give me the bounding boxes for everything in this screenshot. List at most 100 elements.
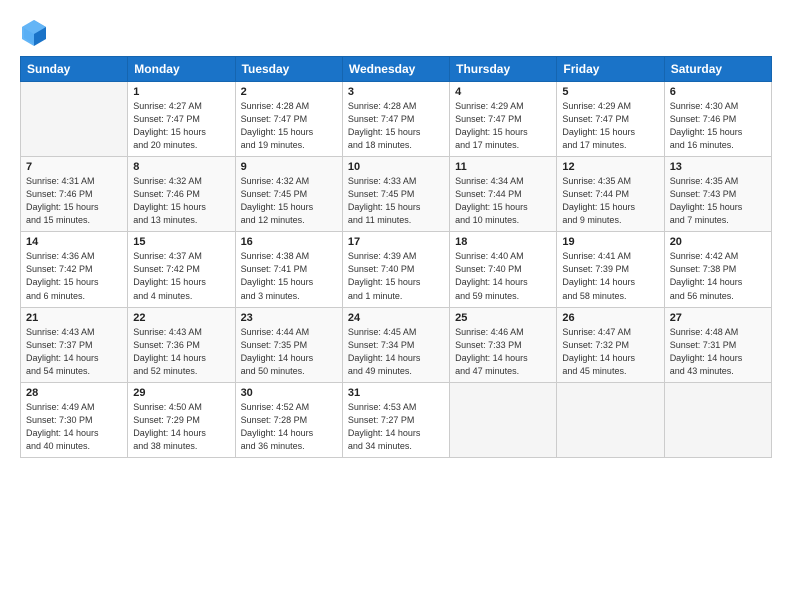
day-cell: 17 Sunrise: 4:39 AM Sunset: 7:40 PM Dayli… <box>342 232 449 307</box>
day-number: 12 <box>562 161 658 173</box>
day-detail: Sunrise: 4:28 AM Sunset: 7:47 PM Dayligh… <box>348 100 444 152</box>
day-cell: 28 Sunrise: 4:49 AM Sunset: 7:30 PM Dayli… <box>21 382 128 457</box>
day-detail: Sunrise: 4:33 AM Sunset: 7:45 PM Dayligh… <box>348 175 444 227</box>
day-detail: Sunrise: 4:36 AM Sunset: 7:42 PM Dayligh… <box>26 250 122 302</box>
day-number: 2 <box>241 86 337 98</box>
day-number: 10 <box>348 161 444 173</box>
logo <box>20 18 52 46</box>
day-cell: 6 Sunrise: 4:30 AM Sunset: 7:46 PM Daylig… <box>664 82 771 157</box>
day-detail: Sunrise: 4:43 AM Sunset: 7:36 PM Dayligh… <box>133 326 229 378</box>
day-number: 3 <box>348 86 444 98</box>
day-cell: 5Sunrise: 4:29 AM Sunset: 7:47 PM Daylig… <box>557 82 664 157</box>
day-detail: Sunrise: 4:52 AM Sunset: 7:28 PM Dayligh… <box>241 401 337 453</box>
day-cell: 19 Sunrise: 4:41 AM Sunset: 7:39 PM Dayli… <box>557 232 664 307</box>
day-detail: Sunrise: 4:46 AM Sunset: 7:33 PM Dayligh… <box>455 326 551 378</box>
week-row-1: 1Sunrise: 4:27 AM Sunset: 7:47 PM Daylig… <box>21 82 772 157</box>
day-number: 19 <box>562 236 658 248</box>
day-cell: 1Sunrise: 4:27 AM Sunset: 7:47 PM Daylig… <box>128 82 235 157</box>
day-number: 30 <box>241 387 337 399</box>
day-detail: Sunrise: 4:48 AM Sunset: 7:31 PM Dayligh… <box>670 326 766 378</box>
header <box>20 18 772 46</box>
day-number: 20 <box>670 236 766 248</box>
day-cell <box>450 382 557 457</box>
day-detail: Sunrise: 4:42 AM Sunset: 7:38 PM Dayligh… <box>670 250 766 302</box>
day-detail: Sunrise: 4:49 AM Sunset: 7:30 PM Dayligh… <box>26 401 122 453</box>
day-detail: Sunrise: 4:35 AM Sunset: 7:43 PM Dayligh… <box>670 175 766 227</box>
day-detail: Sunrise: 4:50 AM Sunset: 7:29 PM Dayligh… <box>133 401 229 453</box>
day-cell: 29 Sunrise: 4:50 AM Sunset: 7:29 PM Dayli… <box>128 382 235 457</box>
day-number: 16 <box>241 236 337 248</box>
day-detail: Sunrise: 4:30 AM Sunset: 7:46 PM Dayligh… <box>670 100 766 152</box>
day-cell: 18Sunrise: 4:40 AM Sunset: 7:40 PM Dayli… <box>450 232 557 307</box>
day-number: 27 <box>670 312 766 324</box>
week-row-2: 7 Sunrise: 4:31 AM Sunset: 7:46 PM Daylig… <box>21 157 772 232</box>
page: SundayMondayTuesdayWednesdayThursdayFrid… <box>0 0 792 612</box>
day-detail: Sunrise: 4:32 AM Sunset: 7:45 PM Dayligh… <box>241 175 337 227</box>
day-detail: Sunrise: 4:43 AM Sunset: 7:37 PM Dayligh… <box>26 326 122 378</box>
day-detail: Sunrise: 4:53 AM Sunset: 7:27 PM Dayligh… <box>348 401 444 453</box>
header-row: SundayMondayTuesdayWednesdayThursdayFrid… <box>21 57 772 82</box>
day-number: 5 <box>562 86 658 98</box>
day-cell: 22 Sunrise: 4:43 AM Sunset: 7:36 PM Dayli… <box>128 307 235 382</box>
day-detail: Sunrise: 4:39 AM Sunset: 7:40 PM Dayligh… <box>348 250 444 302</box>
day-detail: Sunrise: 4:29 AM Sunset: 7:47 PM Dayligh… <box>455 100 551 152</box>
day-cell: 20 Sunrise: 4:42 AM Sunset: 7:38 PM Dayli… <box>664 232 771 307</box>
header-cell-thursday: Thursday <box>450 57 557 82</box>
day-cell: 14Sunrise: 4:36 AM Sunset: 7:42 PM Dayli… <box>21 232 128 307</box>
day-number: 15 <box>133 236 229 248</box>
day-detail: Sunrise: 4:37 AM Sunset: 7:42 PM Dayligh… <box>133 250 229 302</box>
header-cell-wednesday: Wednesday <box>342 57 449 82</box>
week-row-5: 28 Sunrise: 4:49 AM Sunset: 7:30 PM Dayli… <box>21 382 772 457</box>
header-cell-saturday: Saturday <box>664 57 771 82</box>
day-number: 8 <box>133 161 229 173</box>
day-number: 11 <box>455 161 551 173</box>
day-number: 22 <box>133 312 229 324</box>
day-detail: Sunrise: 4:27 AM Sunset: 7:47 PM Dayligh… <box>133 100 229 152</box>
day-cell: 23 Sunrise: 4:44 AM Sunset: 7:35 PM Dayli… <box>235 307 342 382</box>
calendar-table: SundayMondayTuesdayWednesdayThursdayFrid… <box>20 56 772 458</box>
day-cell: 24Sunrise: 4:45 AM Sunset: 7:34 PM Dayli… <box>342 307 449 382</box>
day-cell: 10 Sunrise: 4:33 AM Sunset: 7:45 PM Dayli… <box>342 157 449 232</box>
day-detail: Sunrise: 4:28 AM Sunset: 7:47 PM Dayligh… <box>241 100 337 152</box>
day-number: 17 <box>348 236 444 248</box>
day-detail: Sunrise: 4:34 AM Sunset: 7:44 PM Dayligh… <box>455 175 551 227</box>
day-detail: Sunrise: 4:44 AM Sunset: 7:35 PM Dayligh… <box>241 326 337 378</box>
day-number: 7 <box>26 161 122 173</box>
day-detail: Sunrise: 4:32 AM Sunset: 7:46 PM Dayligh… <box>133 175 229 227</box>
day-cell <box>21 82 128 157</box>
header-cell-monday: Monday <box>128 57 235 82</box>
day-number: 9 <box>241 161 337 173</box>
day-number: 25 <box>455 312 551 324</box>
day-number: 24 <box>348 312 444 324</box>
day-cell: 3 Sunrise: 4:28 AM Sunset: 7:47 PM Daylig… <box>342 82 449 157</box>
day-cell: 25 Sunrise: 4:46 AM Sunset: 7:33 PM Dayli… <box>450 307 557 382</box>
day-cell: 2 Sunrise: 4:28 AM Sunset: 7:47 PM Daylig… <box>235 82 342 157</box>
day-cell <box>557 382 664 457</box>
day-detail: Sunrise: 4:41 AM Sunset: 7:39 PM Dayligh… <box>562 250 658 302</box>
day-number: 21 <box>26 312 122 324</box>
day-cell: 11 Sunrise: 4:34 AM Sunset: 7:44 PM Dayli… <box>450 157 557 232</box>
header-cell-friday: Friday <box>557 57 664 82</box>
day-cell: 26 Sunrise: 4:47 AM Sunset: 7:32 PM Dayli… <box>557 307 664 382</box>
calendar-header: SundayMondayTuesdayWednesdayThursdayFrid… <box>21 57 772 82</box>
day-number: 29 <box>133 387 229 399</box>
day-number: 26 <box>562 312 658 324</box>
day-number: 13 <box>670 161 766 173</box>
header-cell-sunday: Sunday <box>21 57 128 82</box>
day-detail: Sunrise: 4:47 AM Sunset: 7:32 PM Dayligh… <box>562 326 658 378</box>
day-detail: Sunrise: 4:38 AM Sunset: 7:41 PM Dayligh… <box>241 250 337 302</box>
day-number: 23 <box>241 312 337 324</box>
day-cell: 31Sunrise: 4:53 AM Sunset: 7:27 PM Dayli… <box>342 382 449 457</box>
day-cell: 9 Sunrise: 4:32 AM Sunset: 7:45 PM Daylig… <box>235 157 342 232</box>
day-cell: 7 Sunrise: 4:31 AM Sunset: 7:46 PM Daylig… <box>21 157 128 232</box>
calendar-body: 1Sunrise: 4:27 AM Sunset: 7:47 PM Daylig… <box>21 82 772 458</box>
day-number: 28 <box>26 387 122 399</box>
day-cell: 8 Sunrise: 4:32 AM Sunset: 7:46 PM Daylig… <box>128 157 235 232</box>
day-cell: 13 Sunrise: 4:35 AM Sunset: 7:43 PM Dayli… <box>664 157 771 232</box>
day-number: 6 <box>670 86 766 98</box>
day-detail: Sunrise: 4:31 AM Sunset: 7:46 PM Dayligh… <box>26 175 122 227</box>
day-cell: 16 Sunrise: 4:38 AM Sunset: 7:41 PM Dayli… <box>235 232 342 307</box>
day-number: 4 <box>455 86 551 98</box>
day-number: 18 <box>455 236 551 248</box>
day-detail: Sunrise: 4:35 AM Sunset: 7:44 PM Dayligh… <box>562 175 658 227</box>
